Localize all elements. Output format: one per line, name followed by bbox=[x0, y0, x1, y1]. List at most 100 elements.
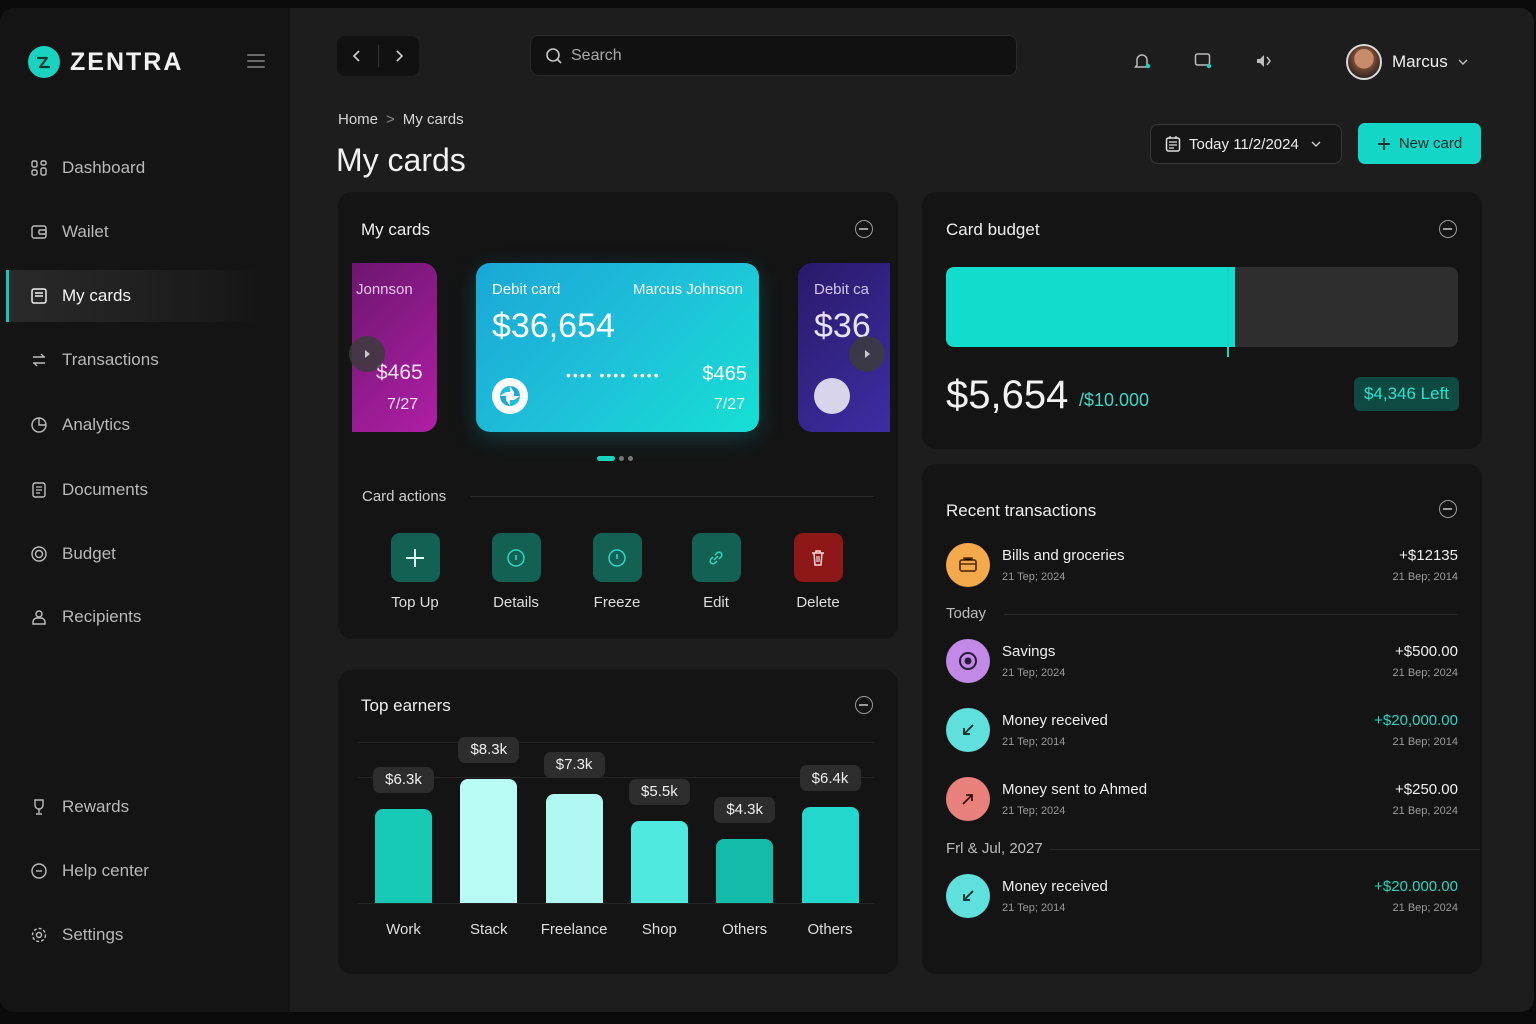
user-name: Marcus bbox=[1392, 52, 1448, 71]
help-icon bbox=[30, 862, 48, 880]
more-options-icon[interactable] bbox=[1439, 220, 1457, 238]
brand[interactable]: ZENTRA bbox=[28, 46, 183, 78]
chart-bar[interactable] bbox=[460, 778, 518, 903]
transaction-row[interactable]: Money sent to Ahmed 21 Tep; 2024 +$250.00 2… bbox=[946, 777, 1458, 827]
new-card-button[interactable]: New card bbox=[1358, 123, 1481, 164]
transaction-date: 21 Tep; 2014 bbox=[1002, 736, 1066, 748]
trophy-icon bbox=[30, 798, 48, 816]
card-selected[interactable]: Debit card Marcus Johnson $36,654 •••• •… bbox=[476, 263, 759, 432]
chart-data-label: $6.4k bbox=[799, 765, 861, 791]
sidebar-item-documents[interactable]: Documents bbox=[6, 464, 266, 516]
details-button[interactable] bbox=[491, 533, 541, 582]
date-filter-button[interactable]: Today 11/2/2024 bbox=[1150, 124, 1342, 164]
breadcrumb-home[interactable]: Home bbox=[338, 111, 378, 128]
transaction-row[interactable]: Money received 21 Tep; 2014 +$20,000.00 21 … bbox=[946, 708, 1458, 758]
sidebar-item-help-center[interactable]: Help center bbox=[6, 845, 266, 897]
card-amount: $465 bbox=[702, 363, 748, 385]
page-title: My cards bbox=[336, 142, 466, 178]
prev-card-button[interactable] bbox=[349, 336, 385, 372]
sidebar-item-rewards[interactable]: Rewards bbox=[6, 781, 266, 833]
chart-data-label: $8.3k bbox=[458, 736, 520, 763]
budget-left-badge: $4,346 Left bbox=[1354, 377, 1459, 411]
action-label: Edit bbox=[703, 594, 729, 611]
search-bar[interactable] bbox=[530, 35, 1017, 76]
divider bbox=[1004, 614, 1458, 615]
chart-bar[interactable] bbox=[375, 808, 432, 903]
transaction-date-secondary: 21 Bep; 2014 bbox=[1392, 736, 1458, 748]
chart-data-label: $5.5k bbox=[628, 778, 690, 805]
card-type: Debit card bbox=[492, 281, 561, 298]
top-up-button[interactable] bbox=[390, 533, 440, 582]
sidebar-item-dashboard[interactable]: Dashboard bbox=[6, 142, 266, 194]
message-icon[interactable] bbox=[1192, 50, 1214, 72]
sidebar-item-budget[interactable]: Budget bbox=[6, 528, 266, 580]
next-card-button[interactable] bbox=[849, 336, 885, 372]
card-number-masked: •••• •••• •••• bbox=[566, 367, 661, 383]
back-button[interactable] bbox=[337, 36, 378, 76]
date-filter-label: Today 11/2/2024 bbox=[1189, 135, 1299, 153]
transaction-date: 21 Tep; 2014 bbox=[1002, 902, 1066, 914]
play-icon bbox=[365, 350, 370, 358]
edit-button[interactable] bbox=[691, 533, 741, 582]
sidebar-item-recipients[interactable]: Recipients bbox=[6, 591, 266, 643]
play-icon bbox=[865, 350, 870, 358]
sound-icon[interactable] bbox=[1253, 50, 1275, 72]
user-menu[interactable]: Marcus bbox=[1346, 44, 1468, 80]
transaction-group-label: Frl & Jul, 2027 bbox=[946, 840, 1043, 857]
delete-button[interactable] bbox=[793, 533, 843, 582]
sidebar-item-label: Transactions bbox=[62, 350, 159, 369]
more-options-icon[interactable] bbox=[1439, 500, 1457, 518]
search-input[interactable] bbox=[571, 46, 991, 65]
chart-data-label: $4.3k bbox=[714, 796, 776, 823]
transaction-date-secondary: 21 Bep; 2014 bbox=[1392, 571, 1458, 583]
chart-bar[interactable] bbox=[630, 820, 688, 903]
chart-category-label: Shop bbox=[641, 921, 677, 938]
budget-progress-fill bbox=[946, 267, 1236, 347]
wallet-icon bbox=[946, 543, 990, 587]
card-pagination[interactable] bbox=[597, 456, 633, 461]
grid-icon bbox=[30, 159, 48, 177]
plus-icon bbox=[1377, 137, 1390, 150]
action-label: Details bbox=[493, 594, 539, 611]
history-nav bbox=[337, 36, 419, 76]
notification-bell-icon[interactable] bbox=[1131, 50, 1153, 72]
transaction-row[interactable]: Bills and groceries 21 Tep; 2024 +$12135 21… bbox=[946, 543, 1458, 593]
card-expiry: 7/27 bbox=[713, 396, 745, 413]
sidebar-item-transactions[interactable]: Transactions bbox=[6, 334, 266, 386]
freeze-button[interactable] bbox=[592, 533, 642, 582]
calendar-icon bbox=[1165, 136, 1181, 152]
card-icon bbox=[30, 287, 48, 305]
card-budget-panel: Card budget $5,654 /$10.000 $4,346 Left bbox=[922, 192, 1482, 449]
sidebar-item-wailet[interactable]: Wailet bbox=[6, 206, 266, 258]
arrow-in-icon bbox=[946, 874, 990, 918]
more-options-icon[interactable] bbox=[855, 696, 873, 714]
gridline bbox=[358, 777, 874, 778]
pagination-dot[interactable] bbox=[628, 456, 633, 461]
menu-toggle-icon[interactable] bbox=[247, 54, 265, 68]
chevron-down-icon bbox=[1458, 59, 1468, 65]
transaction-name: Money received bbox=[1002, 712, 1108, 729]
sidebar-item-analytics[interactable]: Analytics bbox=[6, 399, 266, 451]
transaction-row[interactable]: Savings 21 Tep; 2024 +$500.00 21 Bep; 2024 bbox=[946, 639, 1458, 689]
chart-bar[interactable] bbox=[801, 807, 859, 903]
more-options-icon[interactable] bbox=[855, 220, 873, 238]
transaction-date-secondary: 21 Bep; 2024 bbox=[1392, 667, 1458, 679]
divider bbox=[1050, 849, 1480, 850]
chart-data-label: $6.3k bbox=[373, 766, 434, 793]
pagination-dot-active[interactable] bbox=[597, 456, 615, 461]
chart-bar[interactable] bbox=[716, 838, 774, 903]
transaction-name: Savings bbox=[1002, 643, 1056, 660]
breadcrumb-separator: > bbox=[386, 111, 395, 128]
chart-category-label: Freelance bbox=[540, 921, 608, 938]
card-amount: $465 bbox=[376, 361, 423, 384]
chart-bar[interactable] bbox=[545, 793, 603, 903]
sidebar-item-my-cards[interactable]: My cards bbox=[6, 270, 266, 322]
chart-category-label: Others bbox=[807, 921, 853, 938]
pagination-dot[interactable] bbox=[619, 456, 624, 461]
my-cards-title: My cards bbox=[361, 220, 430, 239]
plus-icon bbox=[404, 547, 426, 569]
transaction-row[interactable]: Money received 21 Tep; 2014 +$20.000.00 21 … bbox=[946, 874, 1458, 924]
sidebar-item-settings[interactable]: Settings bbox=[6, 909, 266, 961]
forward-button[interactable] bbox=[378, 36, 419, 76]
sidebar-item-label: Wailet bbox=[62, 222, 109, 241]
